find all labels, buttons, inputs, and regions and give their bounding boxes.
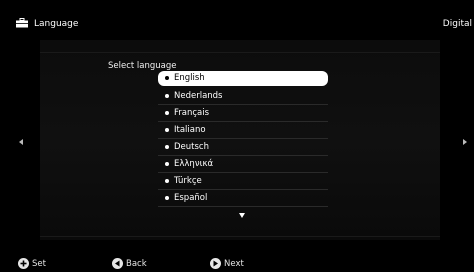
toolbox-icon	[16, 18, 28, 28]
bullet-icon	[165, 111, 169, 115]
set-label: Set	[32, 259, 46, 269]
language-option-turkish[interactable]: Türkçe	[158, 173, 328, 190]
language-option-deutsch[interactable]: Deutsch	[158, 139, 328, 156]
left-arrow-circle-icon	[112, 258, 123, 269]
bullet-icon	[165, 145, 169, 149]
language-option-english[interactable]: English	[158, 71, 328, 86]
plus-circle-icon	[18, 258, 29, 269]
panel-divider-bottom	[40, 236, 440, 237]
language-option-espanol[interactable]: Español	[158, 190, 328, 207]
set-button[interactable]: Set	[18, 258, 58, 270]
bullet-icon	[165, 94, 169, 98]
right-arrow-circle-icon	[210, 258, 221, 269]
bullet-icon	[165, 196, 169, 200]
language-option-label: English	[174, 73, 205, 83]
left-arrow-icon[interactable]	[17, 138, 25, 146]
source-label: Digital	[442, 19, 472, 29]
language-option-label: Deutsch	[174, 142, 209, 152]
bottom-bar: Set Back Next	[0, 254, 474, 272]
back-label: Back	[126, 259, 147, 269]
language-option-italiano[interactable]: Italiano	[158, 122, 328, 139]
language-list: English Nederlands Français Italiano Deu…	[158, 71, 328, 207]
language-option-label: Français	[174, 108, 210, 118]
bullet-icon	[165, 128, 169, 132]
language-option-label: Ελληνικά	[174, 159, 214, 169]
down-arrow-icon[interactable]	[239, 213, 245, 218]
language-option-nederlands[interactable]: Nederlands	[158, 88, 328, 105]
top-bar: Language Digital	[0, 12, 474, 36]
next-label: Next	[224, 259, 244, 269]
language-option-label: Español	[174, 193, 208, 203]
right-arrow-icon[interactable]	[461, 138, 469, 146]
language-option-label: Italiano	[174, 125, 206, 135]
page-title: Language	[34, 19, 79, 29]
language-option-label: Türkçe	[174, 176, 202, 186]
bullet-icon	[165, 76, 169, 80]
bullet-icon	[165, 162, 169, 166]
language-option-francais[interactable]: Français	[158, 105, 328, 122]
back-button[interactable]: Back	[112, 258, 152, 270]
language-setup-screen: Language Digital Select language English…	[0, 0, 474, 272]
language-option-greek[interactable]: Ελληνικά	[158, 156, 328, 173]
panel-divider-top	[40, 52, 440, 53]
language-option-label: Nederlands	[174, 91, 223, 101]
bullet-icon	[165, 179, 169, 183]
next-button[interactable]: Next	[210, 258, 250, 270]
